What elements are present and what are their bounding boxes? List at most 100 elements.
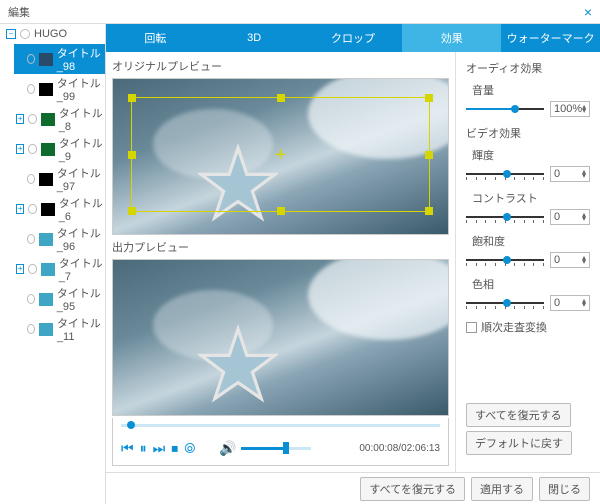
tab-bar: 回転3Dクロップ効果ウォーターマーク bbox=[106, 24, 600, 52]
crop-rectangle[interactable]: + bbox=[131, 97, 430, 212]
sidebar-item[interactable]: + タイトル_9 bbox=[14, 134, 105, 164]
expand-icon[interactable]: + bbox=[16, 144, 24, 154]
brightness-value[interactable]: 0▴▾ bbox=[550, 166, 590, 182]
thumbnail bbox=[39, 83, 52, 96]
thumbnail bbox=[39, 53, 52, 66]
sidebar-item[interactable]: タイトル_97 bbox=[14, 164, 105, 194]
contrast-slider[interactable] bbox=[466, 211, 544, 223]
next-icon[interactable]: ⏭ bbox=[153, 440, 166, 457]
sidebar: − HUGO タイトル_98タイトル_99+タイトル_8+タイトル_9タイトル_… bbox=[0, 24, 106, 504]
expand-icon[interactable]: + bbox=[16, 114, 24, 124]
sidebar-item-label: タイトル_11 bbox=[57, 315, 103, 343]
tab-回転[interactable]: 回転 bbox=[106, 24, 205, 52]
thumbnail bbox=[39, 293, 52, 306]
radio-icon[interactable] bbox=[27, 294, 35, 304]
sidebar-item-label: タイトル_95 bbox=[57, 285, 103, 313]
expand-icon[interactable]: + bbox=[16, 204, 24, 214]
crosshair-icon: + bbox=[275, 145, 287, 165]
tab-クロップ[interactable]: クロップ bbox=[304, 24, 403, 52]
sidebar-item-label: タイトル_6 bbox=[59, 195, 103, 223]
prev-icon[interactable]: ⏮ bbox=[121, 440, 134, 457]
restore-default-button[interactable]: デフォルトに戻す bbox=[466, 431, 572, 455]
playback-bar: ⏮ ⏸ ⏭ ⏹ ⦾ 🔊 00:00:08/02:06:13 bbox=[112, 418, 449, 466]
apply-button[interactable]: 適用する bbox=[471, 477, 533, 501]
tab-ウォーターマーク[interactable]: ウォーターマーク bbox=[501, 24, 600, 52]
thumbnail bbox=[41, 203, 55, 216]
output-preview-label: 出力プレビュー bbox=[112, 237, 449, 257]
audio-effects-header: オーディオ効果 bbox=[466, 60, 590, 76]
sidebar-item[interactable]: タイトル_99 bbox=[14, 74, 105, 104]
sidebar-item-label: タイトル_8 bbox=[59, 105, 103, 133]
sidebar-item-label: タイトル_99 bbox=[57, 75, 103, 103]
original-preview-label: オリジナルプレビュー bbox=[112, 56, 449, 76]
brightness-slider[interactable] bbox=[466, 168, 544, 180]
radio-icon[interactable] bbox=[27, 234, 35, 244]
radio-icon[interactable] bbox=[28, 204, 36, 214]
effects-panel: オーディオ効果 音量 100%▴▾ ビデオ効果 輝度 0▴▾ コントラスト 0▴▾ 飽和… bbox=[455, 52, 600, 472]
sidebar-item-label: タイトル_96 bbox=[57, 225, 103, 253]
radio-icon[interactable] bbox=[28, 114, 36, 124]
tab-3D[interactable]: 3D bbox=[205, 24, 304, 52]
close-button[interactable]: 閉じる bbox=[539, 477, 590, 501]
deinterlace-label: 順次走査変換 bbox=[481, 319, 547, 335]
volume-value[interactable]: 100%▴▾ bbox=[550, 101, 590, 117]
sidebar-item[interactable]: + タイトル_8 bbox=[14, 104, 105, 134]
thumbnail bbox=[41, 113, 55, 126]
video-effects-header: ビデオ効果 bbox=[466, 125, 590, 141]
saturation-slider[interactable] bbox=[466, 254, 544, 266]
sidebar-root[interactable]: − HUGO bbox=[0, 24, 105, 44]
thumbnail bbox=[39, 233, 52, 246]
contrast-value[interactable]: 0▴▾ bbox=[550, 209, 590, 225]
volume-label: 音量 bbox=[472, 82, 590, 98]
volume-effect-slider[interactable] bbox=[466, 103, 544, 115]
sidebar-item[interactable]: タイトル_11 bbox=[14, 314, 105, 344]
close-icon[interactable]: × bbox=[584, 4, 592, 20]
sidebar-item-label: タイトル_97 bbox=[57, 165, 103, 193]
output-preview bbox=[112, 259, 449, 416]
sidebar-item[interactable]: + タイトル_7 bbox=[14, 254, 105, 284]
restore-all-button[interactable]: すべてを復元する bbox=[466, 403, 571, 427]
hue-slider[interactable] bbox=[466, 297, 544, 309]
deinterlace-checkbox[interactable]: 順次走査変換 bbox=[466, 319, 590, 335]
radio-icon[interactable] bbox=[28, 144, 36, 154]
thumbnail bbox=[41, 143, 55, 156]
stop-icon[interactable]: ⏹ bbox=[171, 440, 178, 457]
thumbnail bbox=[39, 323, 52, 336]
sidebar-item-label: タイトル_98 bbox=[57, 45, 103, 73]
thumbnail bbox=[39, 173, 52, 186]
radio-icon[interactable] bbox=[28, 264, 36, 274]
tab-効果[interactable]: 効果 bbox=[402, 24, 501, 52]
brightness-label: 輝度 bbox=[472, 147, 590, 163]
radio-icon[interactable] bbox=[27, 324, 35, 334]
contrast-label: コントラスト bbox=[472, 190, 590, 206]
hue-value[interactable]: 0▴▾ bbox=[550, 295, 590, 311]
sidebar-item[interactable]: タイトル_98 bbox=[14, 44, 105, 74]
saturation-label: 飽和度 bbox=[472, 233, 590, 249]
footer: すべてを復元する 適用する 閉じる bbox=[106, 472, 600, 504]
radio-icon[interactable] bbox=[27, 84, 35, 94]
sidebar-item[interactable]: タイトル_95 bbox=[14, 284, 105, 314]
volume-icon[interactable]: 🔊 bbox=[219, 440, 236, 457]
snapshot-icon[interactable]: ⦾ bbox=[184, 440, 195, 457]
sidebar-item[interactable]: タイトル_96 bbox=[14, 224, 105, 254]
radio-icon[interactable] bbox=[20, 29, 30, 39]
radio-icon[interactable] bbox=[27, 174, 35, 184]
expand-icon[interactable]: + bbox=[16, 264, 24, 274]
sidebar-item-label: タイトル_9 bbox=[59, 135, 103, 163]
hue-label: 色相 bbox=[472, 276, 590, 292]
window-title: 編集 bbox=[8, 4, 30, 20]
radio-icon[interactable] bbox=[27, 54, 35, 64]
volume-slider[interactable] bbox=[241, 447, 311, 450]
sidebar-item[interactable]: + タイトル_6 bbox=[14, 194, 105, 224]
thumbnail bbox=[41, 263, 55, 276]
playback-time: 00:00:08/02:06:13 bbox=[359, 443, 440, 454]
window-titlebar: 編集 × bbox=[0, 0, 600, 24]
restore-all-footer-button[interactable]: すべてを復元する bbox=[360, 477, 465, 501]
seek-bar[interactable] bbox=[113, 418, 448, 436]
sidebar-item-label: タイトル_7 bbox=[59, 255, 103, 283]
saturation-value[interactable]: 0▴▾ bbox=[550, 252, 590, 268]
collapse-icon[interactable]: − bbox=[6, 29, 16, 39]
root-label: HUGO bbox=[34, 28, 67, 40]
pause-icon[interactable]: ⏸ bbox=[140, 440, 147, 457]
original-preview[interactable]: + bbox=[112, 78, 449, 235]
